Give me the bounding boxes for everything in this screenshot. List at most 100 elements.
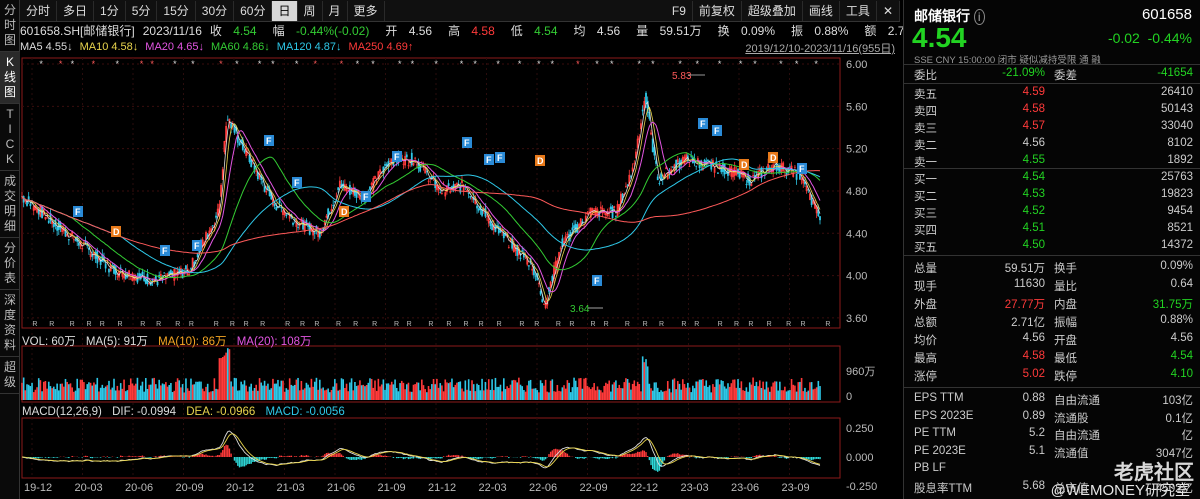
volume-bar bbox=[198, 381, 201, 400]
candle-body bbox=[819, 216, 821, 221]
star-marker: * bbox=[39, 59, 43, 69]
volume-bar bbox=[668, 388, 671, 400]
volume-bar bbox=[506, 386, 508, 400]
volume-bar bbox=[720, 380, 723, 400]
volume-bar bbox=[144, 378, 147, 400]
volume-bar bbox=[91, 385, 94, 400]
volume-bar bbox=[799, 381, 801, 400]
r-marker: R bbox=[230, 321, 235, 328]
vol-ma5: MA(5): 91万 bbox=[85, 336, 148, 348]
volume-bar bbox=[610, 391, 612, 400]
star-marker: * bbox=[313, 59, 317, 69]
date-tick: 21-03 bbox=[277, 482, 305, 494]
volume-bar bbox=[345, 383, 348, 400]
event-marker-label: D bbox=[537, 156, 544, 166]
volume-bar bbox=[611, 384, 614, 400]
candle-body bbox=[625, 186, 627, 188]
volume-bar bbox=[103, 388, 105, 400]
candle-body bbox=[285, 214, 288, 217]
candle-body bbox=[462, 186, 465, 192]
volume-bar bbox=[745, 387, 748, 400]
volume-bar bbox=[457, 381, 460, 400]
r-marker: R bbox=[314, 321, 319, 328]
volume-bar bbox=[405, 384, 408, 400]
candle-body bbox=[405, 154, 408, 158]
event-marker-label: F bbox=[394, 152, 400, 162]
ma20-line bbox=[21, 121, 821, 293]
kline-chart[interactable]: 6.00 5.60 5.20 4.80 4.40 4.00 3.60 19-12 20-03 20… bbox=[0, 0, 903, 499]
volume-bar bbox=[750, 384, 753, 400]
r-marker: R bbox=[556, 321, 561, 328]
volume-bar bbox=[676, 381, 679, 400]
volume-bar bbox=[737, 379, 739, 400]
candle-body bbox=[335, 195, 338, 197]
event-marker-label: F bbox=[486, 155, 492, 165]
volume-bar bbox=[272, 378, 274, 400]
volume-bar bbox=[248, 386, 251, 400]
volume-bar bbox=[590, 389, 592, 400]
candle-body bbox=[332, 204, 335, 206]
date-tick: 22-06 bbox=[529, 482, 557, 494]
volume-bar bbox=[678, 383, 681, 400]
volume-bar bbox=[340, 378, 343, 400]
candle-body bbox=[519, 257, 522, 259]
volume-bar bbox=[128, 385, 130, 400]
stock-window: 分时图K线图TICK成交明细分价表深度资料超级 分时 多日 1分 5分 15分 30分 60… bbox=[0, 0, 1200, 499]
volume-bar bbox=[201, 388, 204, 400]
volume-bar bbox=[151, 378, 154, 400]
ask-row: 卖三 4.57 33040 bbox=[914, 120, 1193, 135]
volume-bar bbox=[441, 385, 443, 400]
volume-bar bbox=[243, 380, 246, 400]
volume-bar bbox=[27, 384, 30, 400]
volume-bar bbox=[414, 384, 416, 400]
volume-bar bbox=[476, 383, 478, 400]
volume-bar bbox=[690, 392, 692, 400]
volume-bar bbox=[777, 390, 779, 400]
star-marker: * bbox=[295, 59, 299, 69]
volume-bar bbox=[508, 388, 510, 400]
candle-body bbox=[146, 273, 149, 285]
volume-bar bbox=[165, 382, 167, 400]
bid-row: 买四 4.51 8521 bbox=[914, 222, 1193, 237]
volume-bar bbox=[615, 380, 617, 400]
volume-bar bbox=[54, 389, 57, 400]
star-marker: * bbox=[795, 59, 799, 69]
volume-bar bbox=[526, 385, 529, 400]
volume-bar bbox=[583, 378, 585, 400]
r-marker: R bbox=[534, 321, 539, 328]
fund-row: PE 2023E 5.1 流通值 3047亿 bbox=[914, 444, 1193, 460]
volume-bar bbox=[675, 389, 677, 400]
date-tick: 22-09 bbox=[580, 482, 608, 494]
volume-bar bbox=[22, 377, 25, 400]
volume-bar bbox=[183, 392, 186, 400]
candle-body bbox=[384, 164, 386, 166]
volume-bar bbox=[579, 378, 582, 400]
volume-bar bbox=[603, 385, 605, 400]
date-tick: 23-09 bbox=[782, 482, 810, 494]
volume-bar bbox=[252, 390, 254, 400]
volume-bar bbox=[782, 390, 784, 400]
volume-bar bbox=[787, 390, 790, 400]
candle-body bbox=[805, 186, 808, 192]
r-marker: R bbox=[625, 321, 630, 328]
star-marker: * bbox=[140, 59, 144, 69]
candle-body bbox=[599, 206, 602, 209]
volume-bar bbox=[31, 382, 33, 400]
volume-bar bbox=[703, 385, 706, 400]
fund-row: 股息率TTM 5.68 总市值 4502亿 bbox=[914, 480, 1193, 495]
vol-tick: 0 bbox=[846, 391, 852, 403]
volume-bar bbox=[651, 390, 654, 400]
volume-bar bbox=[471, 380, 473, 400]
volume-bar bbox=[293, 384, 296, 400]
candle-body bbox=[82, 241, 85, 243]
price-tick: 6.00 bbox=[846, 59, 867, 71]
volume-bar bbox=[324, 390, 326, 400]
info-icon[interactable]: i bbox=[973, 9, 985, 25]
volume-bar bbox=[469, 390, 472, 400]
volume-bar bbox=[131, 383, 134, 400]
volume-bar bbox=[275, 383, 278, 400]
volume-bar bbox=[283, 391, 286, 400]
volume-bar bbox=[32, 392, 35, 400]
candle-body bbox=[456, 183, 458, 185]
volume-bar bbox=[422, 385, 425, 400]
